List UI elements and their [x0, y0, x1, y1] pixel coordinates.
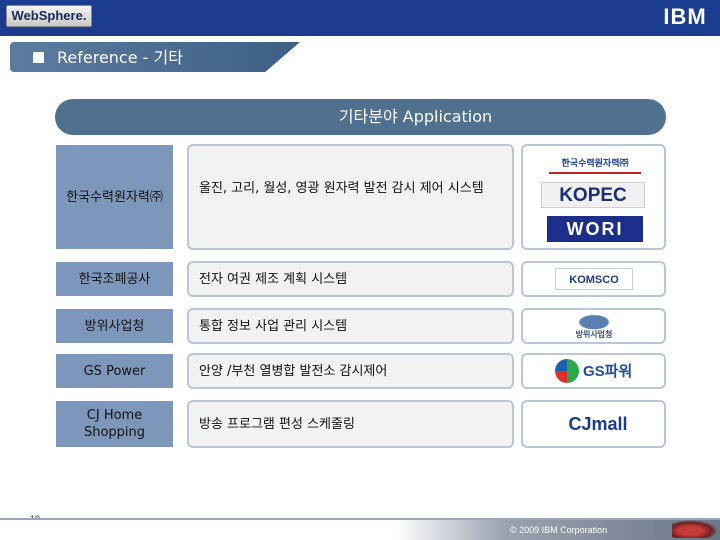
copyright-text: © 2009 IBM Corporation [510, 525, 608, 535]
logo-box-gspower: GS파워 [521, 353, 666, 389]
category-header: 기타분야 Application [55, 99, 666, 135]
task-cell-dapa: 통합 정보 사업 관리 시스템 [187, 308, 514, 344]
logo-box-dapa: 방위사업청 [521, 308, 666, 344]
ibm-logo: IBM [658, 6, 712, 28]
title-bullet-icon [33, 52, 44, 63]
cjmall-logo: CJmall [568, 414, 628, 434]
org-cell-dapa: 방위사업청 [56, 309, 173, 343]
logo-box-khnp: 한국수력원자력㈜ KOPEC WORI [521, 144, 666, 250]
org-cell-cj: CJ Home Shopping [56, 401, 173, 447]
wori-logo: WORI [547, 216, 643, 242]
logo-box-cj: CJmall [521, 400, 666, 448]
gs-symbol-icon [555, 359, 579, 383]
komsco-logo: KOMSCO [555, 268, 633, 290]
dapa-logo: 방위사업청 [559, 315, 629, 339]
top-brand-bar: WebSphere. IBM [0, 0, 720, 36]
websphere-logo: WebSphere. [6, 5, 92, 27]
org-cell-khnp: 한국수력원자력㈜ [56, 145, 173, 249]
org-cell-gspower: GS Power [56, 354, 173, 388]
khnp-logo: 한국수력원자력㈜ [549, 152, 641, 174]
gspower-logo: GS파워 [583, 363, 633, 380]
task-cell-khnp: 울진, 고리, 월성, 영광 원자력 발전 감시 제어 시스템 [187, 144, 514, 250]
category-header-label: 기타분야 Application [338, 107, 493, 126]
task-cell-cj: 방송 프로그램 편성 스케줄링 [187, 400, 514, 448]
logo-box-komsco: KOMSCO [521, 261, 666, 297]
org-cell-komsco: 한국조폐공사 [56, 262, 173, 296]
car-graphic-icon [672, 520, 718, 538]
footer-bar [0, 520, 720, 540]
task-cell-komsco: 전자 여권 제조 계획 시스템 [187, 261, 514, 297]
task-cell-gspower: 안양 /부천 열병합 발전소 감시제어 [187, 353, 514, 389]
slide-title: Reference - 기타 [57, 48, 183, 67]
kopec-logo: KOPEC [541, 182, 645, 208]
